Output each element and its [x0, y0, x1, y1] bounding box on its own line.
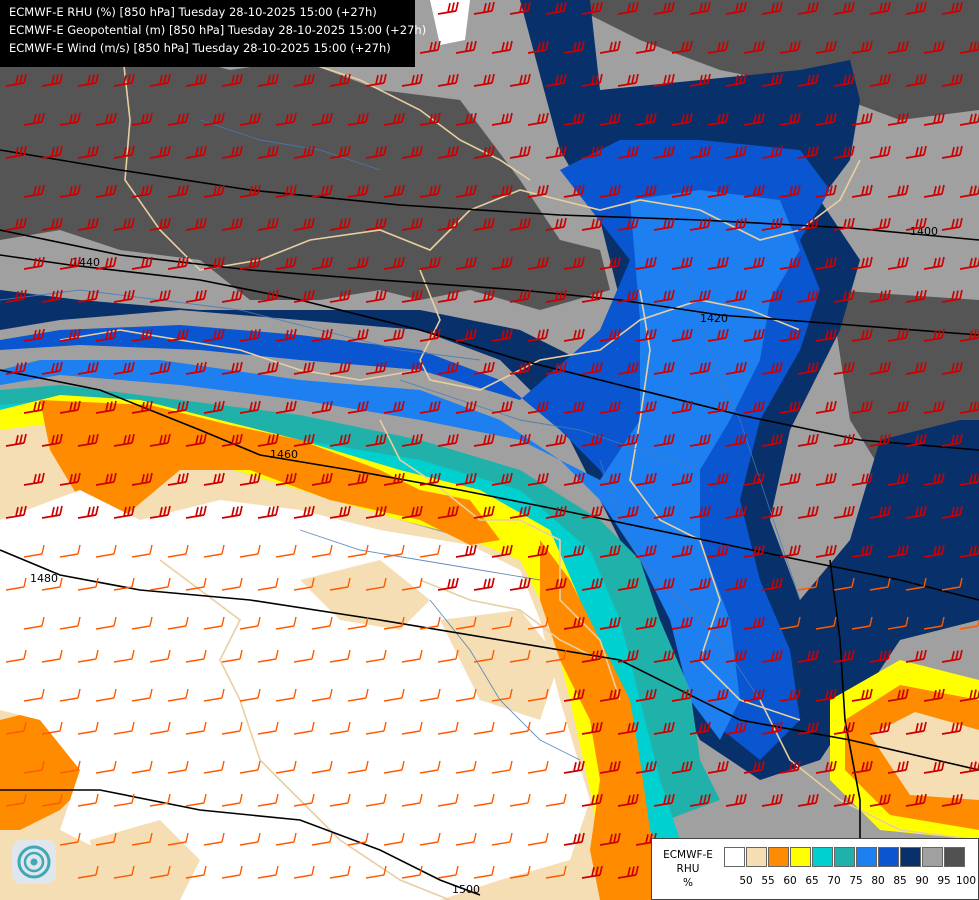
rhu-legend: ECMWF-E RHU % 50 55 60 65 70 75 80 85 90 95 100 — [651, 838, 979, 900]
legend-title-model: ECMWF-E — [663, 849, 713, 861]
legend-title: ECMWF-E RHU % — [658, 848, 718, 890]
legend-label: 95 — [937, 875, 951, 887]
legend-swatch — [900, 847, 921, 867]
weather-map: 1400 1420 1440 1460 1480 1500 — [0, 0, 979, 900]
legend-swatch — [834, 847, 855, 867]
legend-swatch — [856, 847, 877, 867]
legend-swatch — [746, 847, 767, 867]
legend-title-unit: % — [683, 877, 693, 889]
contour-label-1420: 1420 — [700, 312, 728, 325]
legend-labels: 50 55 60 65 70 75 80 85 90 95 100 — [724, 875, 977, 887]
legend-label: 55 — [761, 875, 775, 887]
legend-swatch — [790, 847, 811, 867]
legend-swatch — [724, 847, 745, 867]
legend-swatch — [768, 847, 789, 867]
legend-label: 100 — [955, 875, 977, 887]
map-header: ECMWF-E RHU (%) [850 hPa] Tuesday 28-10-… — [0, 0, 427, 67]
legend-label: 50 — [739, 875, 753, 887]
legend-swatch — [878, 847, 899, 867]
header-line-wind: ECMWF-E Wind (m/s) [850 hPa] Tuesday 28-… — [9, 41, 391, 55]
legend-label: 65 — [805, 875, 819, 887]
legend-label: 90 — [915, 875, 929, 887]
legend-label: 60 — [783, 875, 797, 887]
legend-title-variable: RHU — [676, 863, 700, 875]
legend-swatches — [724, 847, 966, 867]
legend-label: 70 — [827, 875, 841, 887]
legend-swatch — [944, 847, 965, 867]
contour-label-1480: 1480 — [30, 572, 58, 585]
legend-label: 75 — [849, 875, 863, 887]
legend-label: 80 — [871, 875, 885, 887]
contour-label-1460: 1460 — [270, 448, 298, 461]
contour-label-1500: 1500 — [452, 883, 480, 896]
legend-label: 85 — [893, 875, 907, 887]
legend-swatch — [922, 847, 943, 867]
header-line-rhu: ECMWF-E RHU (%) [850 hPa] Tuesday 28-10-… — [9, 5, 377, 19]
legend-swatch — [812, 847, 833, 867]
header-line-geopotential: ECMWF-E Geopotential (m) [850 hPa] Tuesd… — [9, 23, 427, 37]
ecmwf-logo-icon — [12, 840, 56, 884]
